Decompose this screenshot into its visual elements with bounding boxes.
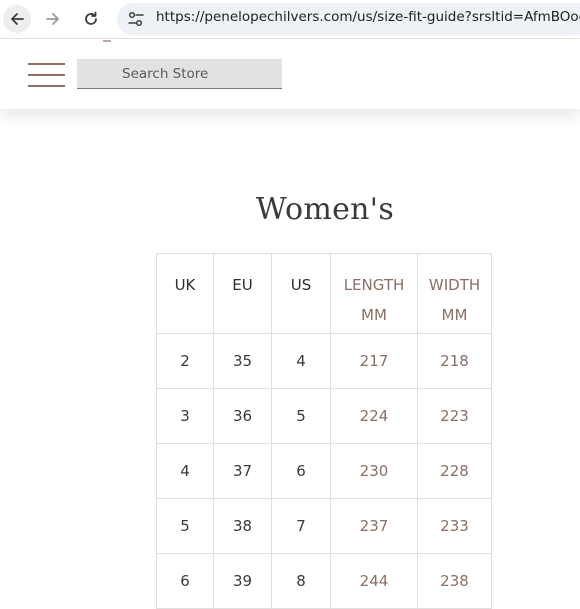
cell-us: 7 <box>271 498 331 554</box>
arrow-right-icon <box>46 13 59 25</box>
reload-icon <box>85 11 97 25</box>
cell-us: 4 <box>271 333 331 389</box>
cell-uk: 4 <box>156 443 214 499</box>
cell-length: 217 <box>330 333 418 389</box>
table-row: 3 36 5 224 223 <box>156 388 492 444</box>
menu-button[interactable] <box>28 61 65 89</box>
cell-length: 237 <box>330 498 418 554</box>
cell-width: 223 <box>417 388 492 444</box>
cell-width: 238 <box>417 553 492 609</box>
forward-button[interactable] <box>39 5 67 33</box>
table-row: 4 37 6 230 228 <box>156 443 492 499</box>
cell-us: 8 <box>271 553 331 609</box>
hamburger-line <box>28 63 65 65</box>
site-header <box>0 39 580 109</box>
table-row: 2 35 4 217 218 <box>156 333 492 389</box>
cell-length: 224 <box>330 388 418 444</box>
header-unit: MM <box>441 306 468 324</box>
hamburger-line <box>28 74 65 76</box>
arrow-left-icon <box>11 13 24 25</box>
cell-eu: 39 <box>213 553 272 609</box>
column-header-uk: UK <box>156 253 214 334</box>
cell-us: 5 <box>271 388 331 444</box>
column-header-width: WIDTH MM <box>417 253 492 334</box>
cell-width: 233 <box>417 498 492 554</box>
table-header-row: UK EU US LENGTH MM WIDTH MM <box>156 253 492 334</box>
column-header-eu: EU <box>213 253 272 334</box>
header-unit: MM <box>361 306 387 324</box>
tune-icon <box>128 11 144 27</box>
cell-eu: 36 <box>213 388 272 444</box>
header-label: US <box>290 276 312 294</box>
back-button[interactable] <box>3 5 31 33</box>
cell-uk: 3 <box>156 388 214 444</box>
site-info-button[interactable] <box>127 10 145 28</box>
header-label: LENGTH <box>343 276 405 294</box>
table-row: 6 39 8 244 238 <box>156 553 492 609</box>
size-chart-table: UK EU US LENGTH MM WIDTH MM 2 35 4 217 218… <box>156 253 492 609</box>
cell-eu: 35 <box>213 333 272 389</box>
reload-button[interactable] <box>77 5 105 33</box>
cell-uk: 2 <box>156 333 214 389</box>
browser-toolbar: https://penelopechilvers.com/us/size-fit… <box>0 0 580 39</box>
header-label: WIDTH <box>428 276 481 294</box>
header-label: UK <box>174 276 196 294</box>
cell-eu: 37 <box>213 443 272 499</box>
header-label: EU <box>232 276 253 294</box>
cell-length: 230 <box>330 443 418 499</box>
cell-length: 244 <box>330 553 418 609</box>
cell-us: 6 <box>271 443 331 499</box>
search-input[interactable] <box>77 59 282 88</box>
url-text[interactable]: https://penelopechilvers.com/us/size-fit… <box>156 9 580 25</box>
cell-width: 218 <box>417 333 492 389</box>
page-title: Women's <box>255 192 395 227</box>
column-header-us: US <box>271 253 331 334</box>
hamburger-line <box>28 85 65 87</box>
header-divider-mark <box>103 40 111 42</box>
cell-eu: 38 <box>213 498 272 554</box>
cell-uk: 6 <box>156 553 214 609</box>
table-row: 5 38 7 237 233 <box>156 498 492 554</box>
column-header-length: LENGTH MM <box>330 253 418 334</box>
cell-uk: 5 <box>156 498 214 554</box>
cell-width: 228 <box>417 443 492 499</box>
search-box <box>77 59 282 89</box>
